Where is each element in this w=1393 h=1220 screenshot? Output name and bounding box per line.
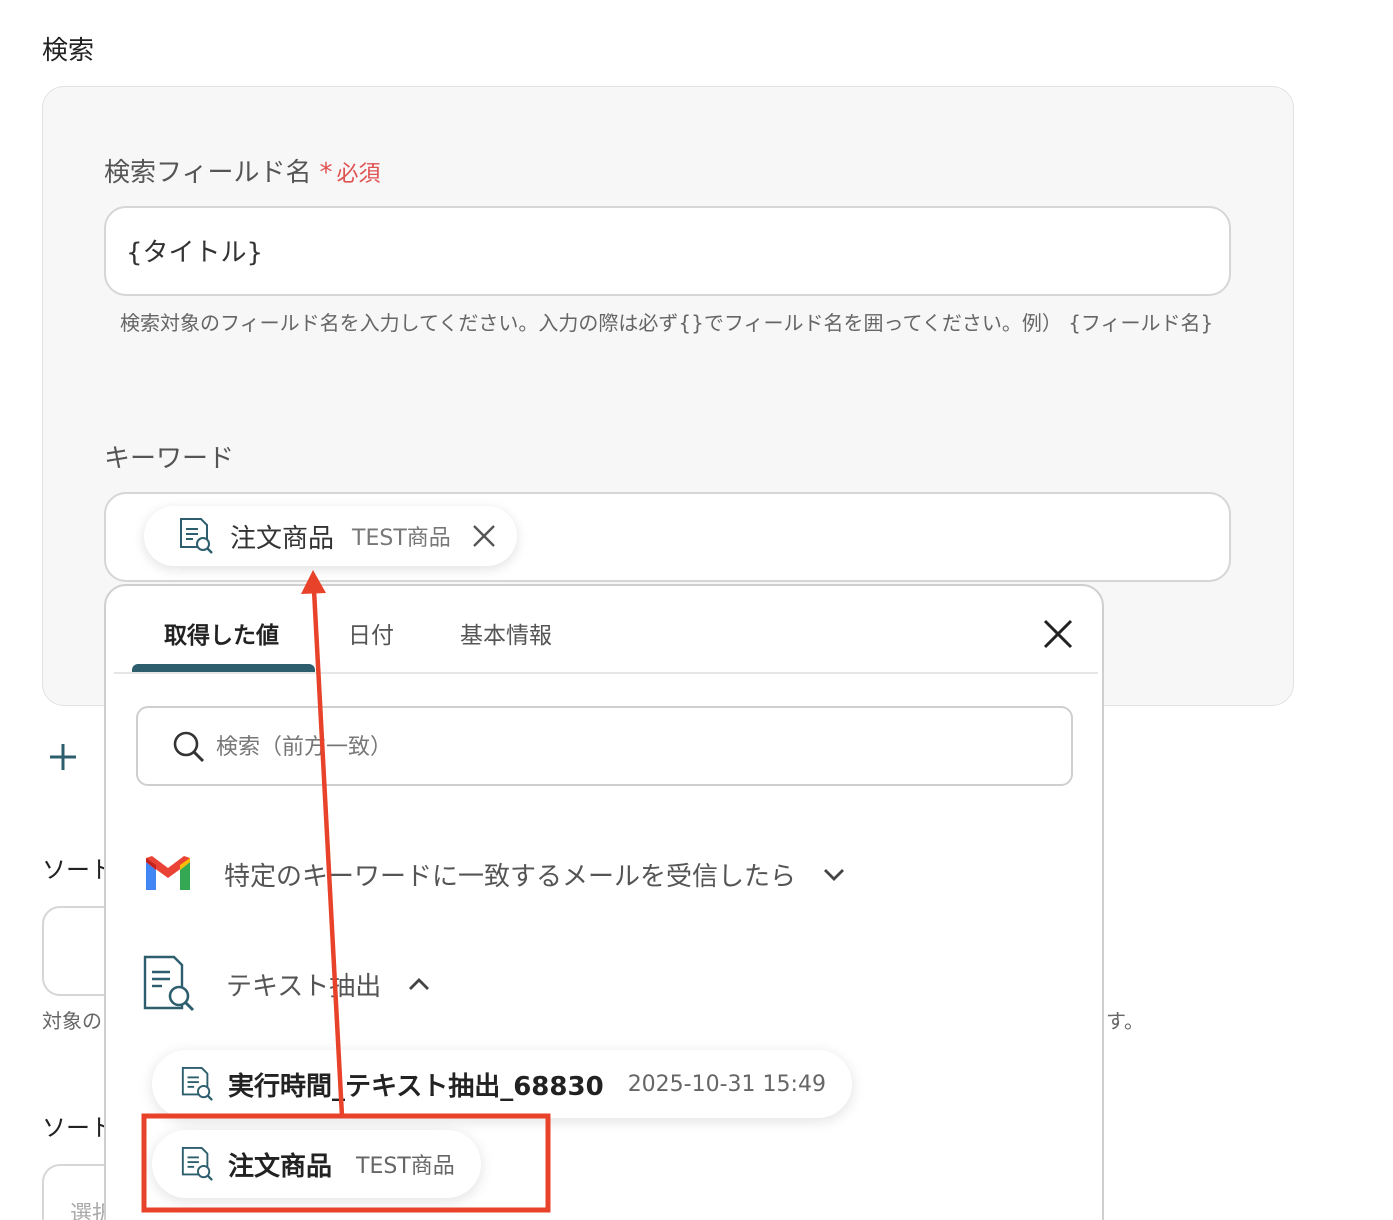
group-label: 特定のキーワードに一致するメールを受信したら bbox=[224, 861, 797, 892]
group-gmail-trigger[interactable]: 特定のキーワードに一致するメールを受信したら bbox=[142, 854, 846, 894]
search-field-value: {タイトル} bbox=[126, 238, 264, 268]
item-name: 実行時間_テキスト抽出_68830 bbox=[228, 1071, 604, 1102]
sort-hint-left: 対象の bbox=[42, 1009, 102, 1033]
tab-acquired-values[interactable]: 取得した値 bbox=[164, 616, 279, 650]
sort-hint-right: す。 bbox=[1106, 1009, 1144, 1033]
document-search-icon bbox=[143, 955, 195, 1012]
group-label: テキスト抽出 bbox=[226, 971, 382, 1002]
tab-basic-info[interactable]: 基本情報 bbox=[460, 616, 552, 650]
item-name: 注文商品 bbox=[228, 1151, 333, 1182]
gmail-icon bbox=[146, 856, 190, 890]
search-field-label: 検索フィールド名 * 必須 bbox=[104, 152, 381, 189]
close-icon[interactable] bbox=[1042, 618, 1074, 650]
document-search-icon bbox=[181, 1067, 213, 1101]
keyword-chip-name: 注文商品 bbox=[230, 523, 335, 554]
chevron-up-icon bbox=[409, 978, 430, 990]
keyword-chip-sub: TEST商品 bbox=[352, 526, 451, 551]
required-text: 必須 bbox=[336, 162, 381, 187]
add-condition-icon[interactable] bbox=[48, 740, 78, 774]
chip-remove-icon[interactable] bbox=[471, 523, 497, 549]
value-picker-dropdown: 取得した値 日付 基本情報 特定のキーワードに一致するメールを受信したら bbox=[104, 584, 1104, 1220]
search-icon bbox=[173, 731, 205, 763]
item-sub: 2025-10-31 15:49 bbox=[627, 1071, 826, 1097]
chevron-down-icon bbox=[824, 869, 845, 881]
keyword-label: キーワード bbox=[104, 444, 235, 474]
value-item-execution-time[interactable]: 実行時間_テキスト抽出_68830 2025-10-31 15:49 bbox=[152, 1050, 852, 1118]
value-item-order-product[interactable]: 注文商品 TEST商品 bbox=[152, 1130, 481, 1198]
search-field-label-text: 検索フィールド名 bbox=[104, 158, 312, 188]
document-search-icon bbox=[181, 1147, 213, 1181]
required-star: * bbox=[319, 158, 333, 188]
value-search-box bbox=[136, 706, 1073, 786]
keyword-chip[interactable]: 注文商品 TEST商品 bbox=[144, 506, 517, 566]
search-field-input[interactable]: {タイトル} bbox=[104, 206, 1231, 296]
dropdown-tabs: 取得した値 日付 基本情報 bbox=[114, 586, 1098, 674]
tab-date[interactable]: 日付 bbox=[348, 616, 394, 650]
search-field-hint: 検索対象のフィールド名を入力してください。入力の際は必ず{}でフィールド名を囲っ… bbox=[120, 311, 1214, 335]
section-title: 検索 bbox=[42, 36, 95, 66]
active-tab-indicator bbox=[132, 664, 315, 672]
value-search-input[interactable] bbox=[216, 728, 1016, 766]
item-sub: TEST商品 bbox=[356, 1154, 455, 1179]
document-search-icon bbox=[180, 518, 213, 554]
group-text-extraction[interactable]: テキスト抽出 bbox=[142, 954, 431, 1014]
